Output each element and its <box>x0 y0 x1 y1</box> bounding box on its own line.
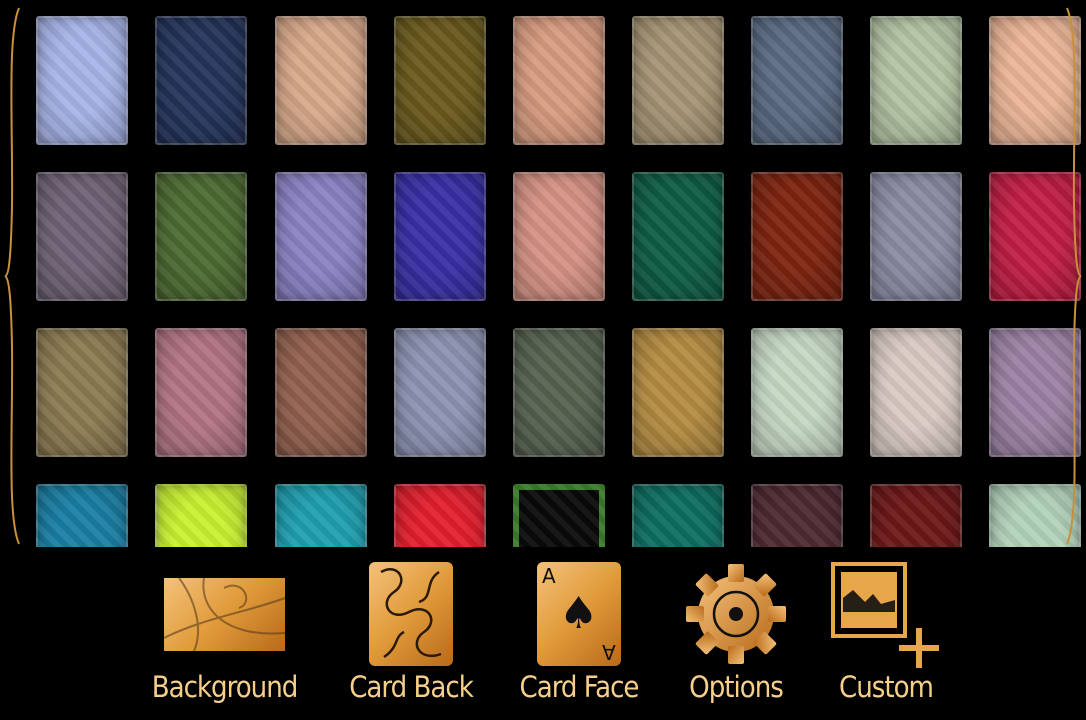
card-back-option[interactable] <box>394 328 486 457</box>
card-back-option[interactable] <box>870 328 962 457</box>
add-image-icon <box>831 562 939 668</box>
card-back-option[interactable] <box>513 484 605 547</box>
card-back-icon <box>369 562 453 666</box>
card-back-option[interactable] <box>632 328 724 457</box>
card-back-option[interactable] <box>751 328 843 457</box>
card-back-option[interactable] <box>870 484 962 547</box>
options-button[interactable]: Options <box>684 560 788 710</box>
card-back-option[interactable] <box>751 172 843 301</box>
card-back-option[interactable] <box>632 484 724 547</box>
card-back-button[interactable]: Card Back <box>349 560 474 710</box>
right-bracket-decoration <box>1066 7 1082 545</box>
card-back-option[interactable] <box>870 172 962 301</box>
custom-button[interactable]: Custom <box>831 560 941 710</box>
card-back-option[interactable] <box>36 328 128 457</box>
card-back-option[interactable] <box>155 172 247 301</box>
card-back-option[interactable] <box>36 172 128 301</box>
spade-icon: ♠ <box>559 588 599 639</box>
card-face-icon: A ♠ A <box>537 562 621 666</box>
card-back-option[interactable] <box>275 328 367 457</box>
card-back-option[interactable] <box>394 172 486 301</box>
card-back-option[interactable] <box>36 484 128 547</box>
card-back-option[interactable] <box>155 484 247 547</box>
card-back-option[interactable] <box>870 16 962 145</box>
card-back-option[interactable] <box>632 16 724 145</box>
gear-icon <box>686 564 786 664</box>
background-button[interactable]: Background <box>152 560 298 710</box>
card-back-option[interactable] <box>632 172 724 301</box>
card-back-option[interactable] <box>275 484 367 547</box>
background-icon <box>164 578 285 651</box>
card-back-option[interactable] <box>513 172 605 301</box>
card-back-option[interactable] <box>275 172 367 301</box>
card-back-option[interactable] <box>394 16 486 145</box>
card-back-option[interactable] <box>36 16 128 145</box>
card-back-option[interactable] <box>751 16 843 145</box>
card-back-option[interactable] <box>513 16 605 145</box>
card-back-option[interactable] <box>513 328 605 457</box>
left-bracket-decoration <box>4 7 20 545</box>
card-back-option[interactable] <box>155 328 247 457</box>
card-back-option[interactable] <box>394 484 486 547</box>
card-back-option[interactable] <box>275 16 367 145</box>
card-back-grid <box>0 0 1086 547</box>
card-face-button[interactable]: A ♠ A Card Face <box>519 560 640 710</box>
card-back-option[interactable] <box>751 484 843 547</box>
card-back-option[interactable] <box>155 16 247 145</box>
